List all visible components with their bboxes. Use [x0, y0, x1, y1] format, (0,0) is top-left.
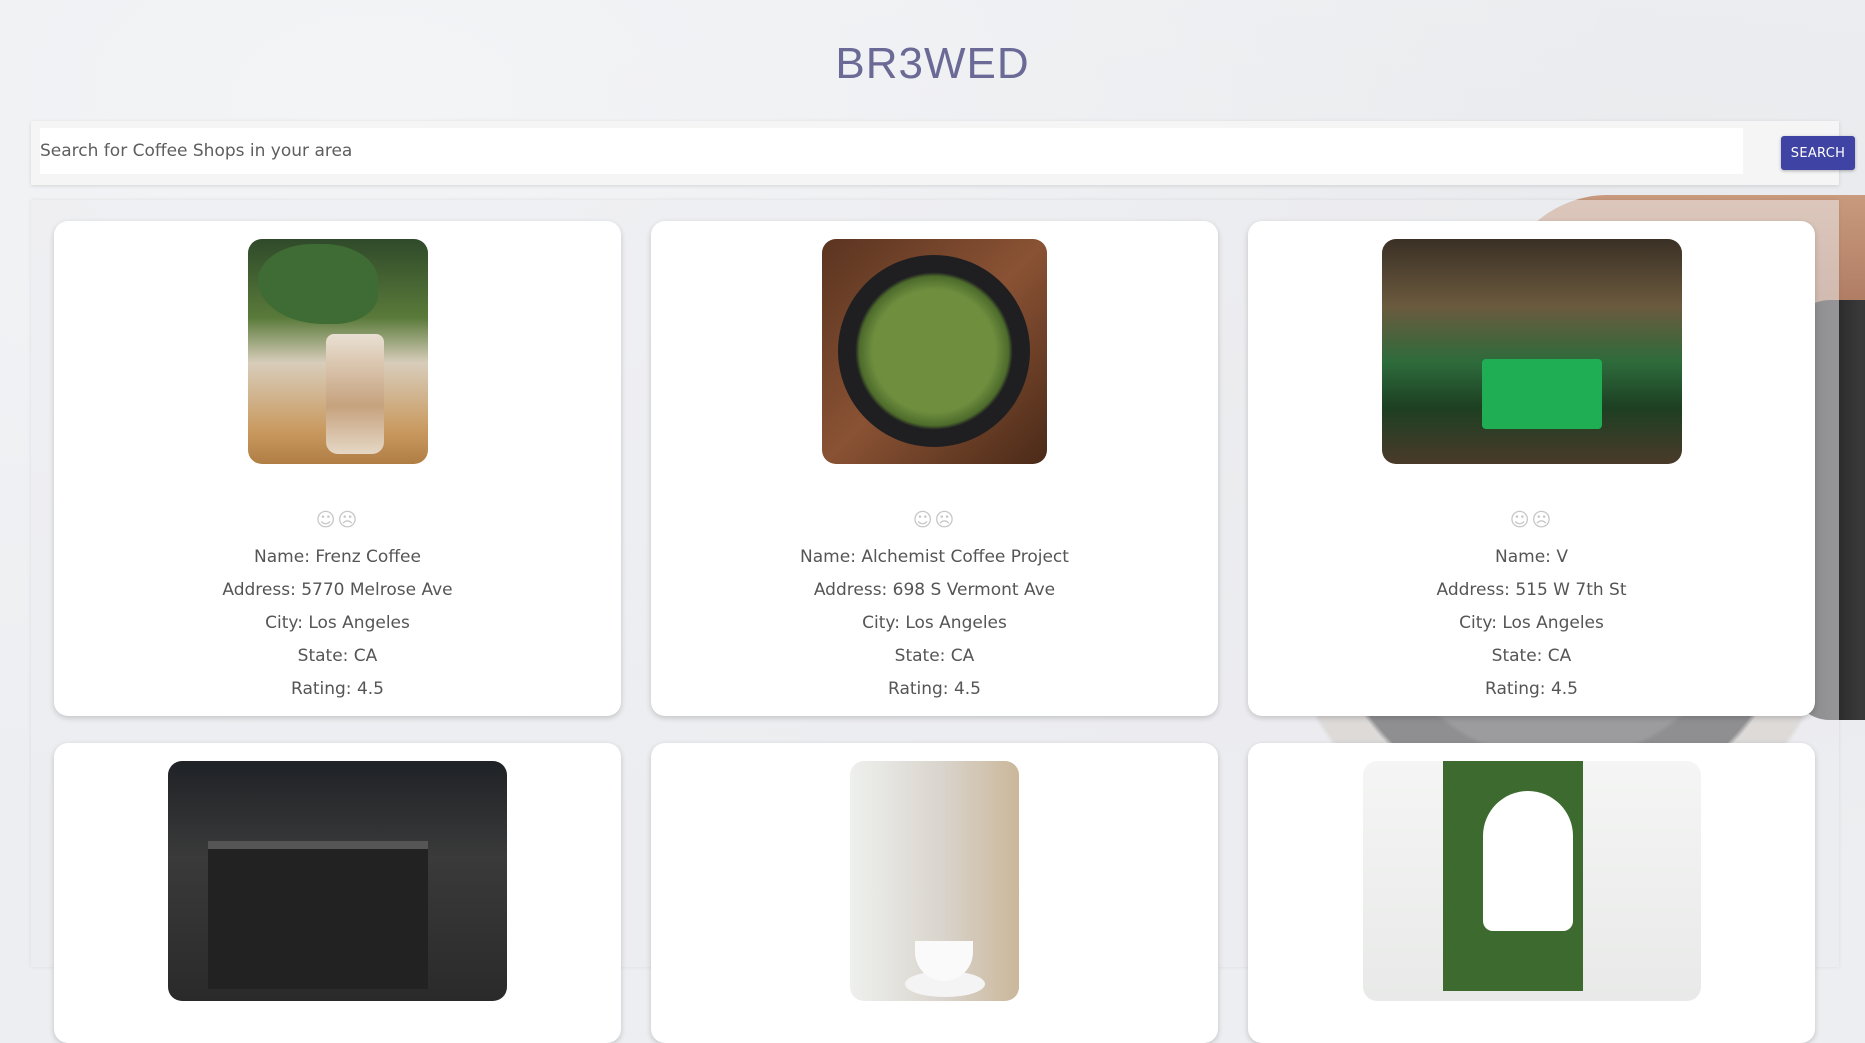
shop-city: City: Los Angeles [862, 613, 1007, 633]
coffee-shop-card[interactable] [54, 743, 621, 1043]
shop-rating: Rating: 4.5 [1485, 679, 1578, 699]
shop-city: City: Los Angeles [265, 613, 410, 633]
shop-state: State: CA [297, 646, 378, 666]
coffee-shop-card[interactable] [1248, 743, 1815, 1043]
shop-state: State: CA [1491, 646, 1572, 666]
shop-name: Name: Frenz Coffee [254, 547, 421, 567]
reaction-icons[interactable]: ☺☹ [651, 509, 1218, 531]
shop-name: Name: V [1495, 547, 1568, 567]
shop-info: Name: Alchemist Coffee Project Address: … [651, 541, 1218, 706]
reaction-icons[interactable]: ☺☹ [54, 509, 621, 531]
shop-photo [850, 761, 1019, 1001]
shop-state: State: CA [894, 646, 975, 666]
shop-photo [248, 239, 428, 464]
app-title: BR3WED [835, 39, 1030, 89]
shop-photo [168, 761, 507, 1001]
shop-photo [1363, 761, 1701, 1001]
shop-address: Address: 698 S Vermont Ave [813, 580, 1056, 600]
shop-address: Address: 5770 Melrose Ave [222, 580, 453, 600]
shop-info: Name: V Address: 515 W 7th St City: Los … [1248, 541, 1815, 706]
search-input[interactable] [40, 128, 1743, 174]
shop-city: City: Los Angeles [1459, 613, 1604, 633]
shop-info: Name: Frenz Coffee Address: 5770 Melrose… [54, 541, 621, 706]
shop-rating: Rating: 4.5 [291, 679, 384, 699]
search-bar: SEARCH [31, 121, 1855, 185]
shop-address: Address: 515 W 7th St [1436, 580, 1627, 600]
shop-name: Name: Alchemist Coffee Project [800, 547, 1069, 567]
coffee-shop-card[interactable]: ☺☹ Name: V Address: 515 W 7th St City: L… [1248, 221, 1815, 716]
coffee-shop-card[interactable]: ☺☹ Name: Alchemist Coffee Project Addres… [651, 221, 1218, 716]
shop-rating: Rating: 4.5 [888, 679, 981, 699]
reaction-icons[interactable]: ☺☹ [1248, 509, 1815, 531]
shop-photo [822, 239, 1047, 464]
search-button[interactable]: SEARCH [1781, 136, 1855, 170]
coffee-shop-card[interactable] [651, 743, 1218, 1043]
shop-photo [1382, 239, 1682, 464]
coffee-shop-card[interactable]: ☺☹ Name: Frenz Coffee Address: 5770 Melr… [54, 221, 621, 716]
